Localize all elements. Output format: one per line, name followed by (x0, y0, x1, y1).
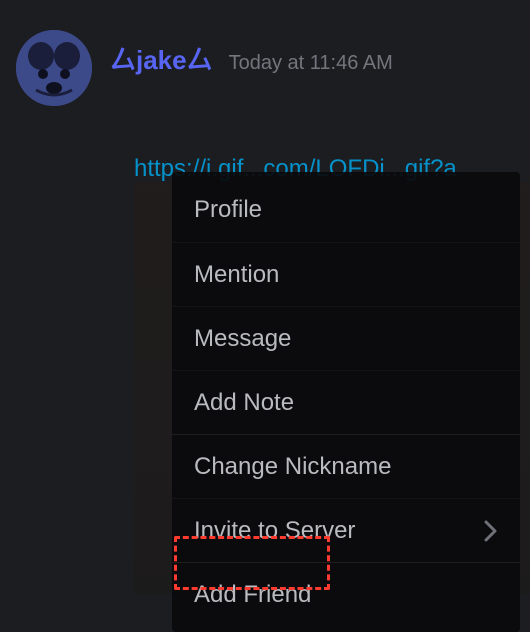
avatar-face-icon (16, 30, 92, 106)
menu-item-label: Change Nickname (194, 453, 391, 481)
menu-item-mention[interactable]: Mention (172, 242, 520, 306)
menu-item-add-friend[interactable]: Add Friend (172, 562, 520, 626)
timestamp: Today at 11:46 AM (229, 52, 393, 75)
avatar[interactable] (16, 30, 92, 106)
message-header: 厶jake厶 Today at 11:46 AM (110, 30, 393, 106)
menu-item-message[interactable]: Message (172, 306, 520, 370)
menu-item-invite-to-server[interactable]: Invite to Server (172, 498, 520, 562)
menu-item-label: Add Friend (194, 581, 311, 609)
menu-item-label: Mention (194, 261, 279, 289)
menu-item-label: Add Note (194, 389, 294, 417)
chevron-right-icon (484, 520, 498, 542)
username[interactable]: 厶jake厶 (110, 40, 213, 77)
menu-item-label: Message (194, 325, 291, 353)
user-context-menu: Profile Mention Message Add Note Change … (172, 172, 520, 632)
menu-item-label: Invite to Server (194, 517, 355, 545)
menu-item-change-nickname[interactable]: Change Nickname (172, 434, 520, 498)
menu-item-profile[interactable]: Profile (172, 178, 520, 242)
menu-item-add-note[interactable]: Add Note (172, 370, 520, 434)
menu-item-label: Profile (194, 196, 262, 224)
message-row: 厶jake厶 Today at 11:46 AM (0, 0, 530, 106)
